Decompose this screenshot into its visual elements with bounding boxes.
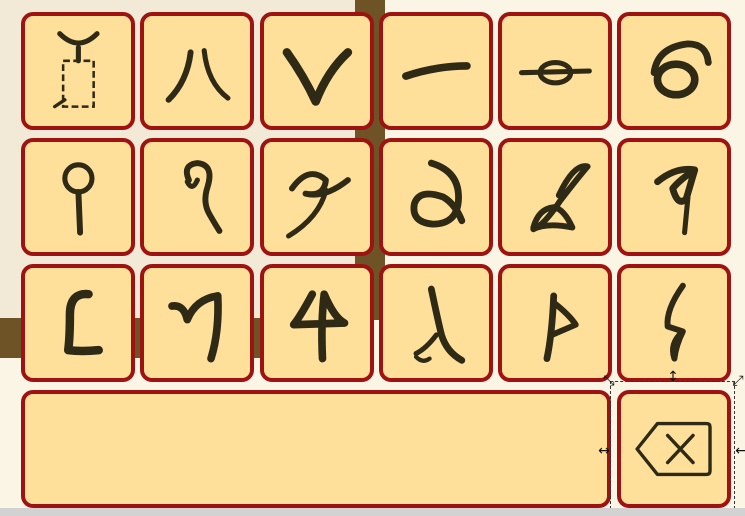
- glyph-key-va[interactable]: [260, 12, 374, 130]
- resize-handle-top-right[interactable]: ⤢: [730, 373, 745, 389]
- cross-glyph-icon: [285, 171, 351, 239]
- glyph-key-spike[interactable]: [617, 264, 731, 382]
- space-key[interactable]: [21, 390, 611, 508]
- four-glyph-icon: [289, 290, 348, 363]
- va-glyph-icon: [282, 48, 352, 106]
- flag-glyph-icon: [653, 165, 698, 236]
- glyph-key-four[interactable]: [260, 264, 374, 382]
- bracket-glyph-icon: [63, 289, 103, 356]
- loop-glyph-icon: [410, 159, 465, 228]
- ma-glyph-icon: [401, 62, 471, 80]
- bottom-strip: [0, 508, 745, 516]
- glyph-key-cross[interactable]: [260, 138, 374, 256]
- pennant-glyph-icon: [543, 292, 579, 363]
- resize-handle-left[interactable]: ↔: [596, 443, 612, 459]
- glyph-key-pennant[interactable]: [498, 264, 612, 382]
- glyph-key-pin[interactable]: [21, 138, 135, 256]
- glyph-key-lambda[interactable]: [379, 264, 493, 382]
- ba-glyph-icon: [165, 48, 231, 103]
- glyph-key-ma[interactable]: [379, 12, 493, 130]
- glyph-key-hook[interactable]: [140, 138, 254, 256]
- backspace-icon: [634, 421, 712, 477]
- ga-glyph-icon: [650, 40, 712, 99]
- glyph-key-flag[interactable]: [617, 138, 731, 256]
- backspace-key[interactable]: [617, 390, 731, 508]
- lambda-glyph-icon: [413, 285, 465, 364]
- scroll-glyph-icon: [529, 163, 591, 233]
- resize-handle-top[interactable]: ↕: [665, 369, 681, 385]
- seven-glyph-icon: [167, 292, 222, 363]
- pin-glyph-icon: [61, 162, 95, 236]
- glyph-key-ga[interactable]: [617, 12, 731, 130]
- glyph-key-placeholder[interactable]: [21, 12, 135, 130]
- glyph-key-loop[interactable]: [379, 138, 493, 256]
- glyph-key-ba[interactable]: [140, 12, 254, 130]
- glyph-key-ka[interactable]: [498, 12, 612, 130]
- hook-glyph-icon: [183, 160, 223, 234]
- spike-glyph-icon: [664, 282, 686, 362]
- ka-glyph-icon: [518, 59, 592, 86]
- glyph-key-scroll[interactable]: [498, 138, 612, 256]
- resize-handle-top-left[interactable]: ⤡: [601, 373, 617, 389]
- glyph-key-bracket[interactable]: [21, 264, 135, 382]
- placeholder-glyph-icon: [52, 31, 100, 109]
- glyph-key-seven[interactable]: [140, 264, 254, 382]
- resize-handle-right[interactable]: ←: [733, 443, 745, 459]
